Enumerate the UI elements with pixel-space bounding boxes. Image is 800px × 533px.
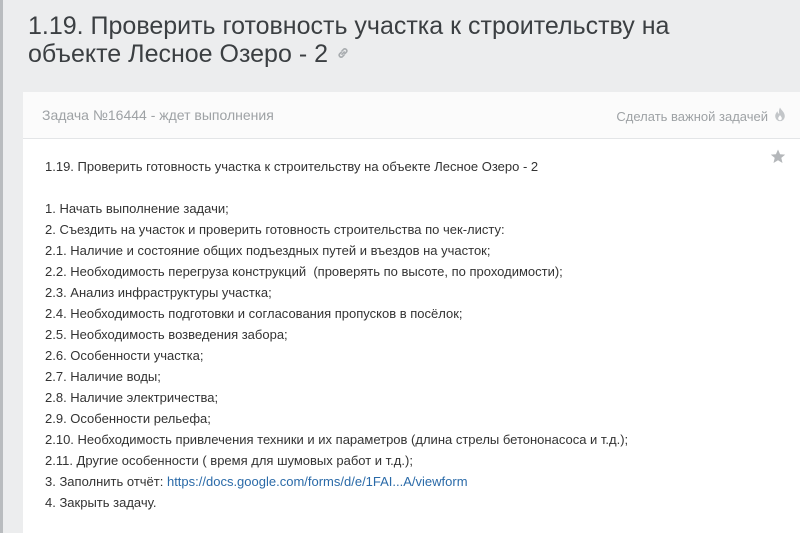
- checklist-line: 2.7. Наличие воды;: [45, 369, 161, 384]
- checklist-line: 2. Съездить на участок и проверить готов…: [45, 222, 505, 237]
- checklist-line: 2.6. Особенности участка;: [45, 348, 204, 363]
- task-status: Задача №16444 - ждет выполнения: [42, 107, 274, 123]
- checklist-line: 2.11. Другие особенности ( время для шум…: [45, 453, 413, 468]
- report-form-link[interactable]: https://docs.google.com/forms/d/e/1FAI..…: [167, 474, 468, 489]
- checklist-line: 2.10. Необходимость привлечения техники …: [45, 432, 629, 447]
- checklist-line: 2.8. Наличие электричества;: [45, 390, 219, 405]
- task-panel: Задача №16444 - ждет выполнения Сделать …: [23, 92, 800, 533]
- make-important-label: Сделать важной задачей: [616, 108, 768, 124]
- checklist-line: 2.5. Необходимость возведения забора;: [45, 327, 288, 342]
- star-icon[interactable]: [770, 149, 786, 169]
- task-panel-header: Задача №16444 - ждет выполнения Сделать …: [23, 92, 800, 139]
- checklist-line: 2.9. Особенности рельефа;: [45, 411, 211, 426]
- page-title: 1.19. Проверить готовность участка к стр…: [28, 12, 728, 69]
- checklist-line: 2.2. Необходимость перегруза конструкций…: [45, 264, 563, 279]
- link-icon[interactable]: [336, 38, 350, 66]
- make-important-button[interactable]: Сделать важной задачей: [616, 107, 786, 125]
- flame-icon: [774, 107, 786, 125]
- report-line: 3. Заполнить отчёт: https://docs.google.…: [45, 471, 765, 492]
- close-task-line: 4. Закрыть задачу.: [45, 495, 157, 510]
- task-description: 1.19. Проверить готовность участка к стр…: [45, 156, 765, 513]
- left-edge-strip: [0, 0, 3, 533]
- checklist-line: 2.3. Анализ инфраструктуры участка;: [45, 285, 272, 300]
- checklist-line: 2.1. Наличие и состояние общих подъездны…: [45, 243, 491, 258]
- description-title: 1.19. Проверить готовность участка к стр…: [45, 159, 539, 174]
- checklist-line: 2.4. Необходимость подготовки и согласов…: [45, 306, 463, 321]
- report-prefix: 3. Заполнить отчёт:: [45, 474, 167, 489]
- checklist-line: 1. Начать выполнение задачи;: [45, 201, 229, 216]
